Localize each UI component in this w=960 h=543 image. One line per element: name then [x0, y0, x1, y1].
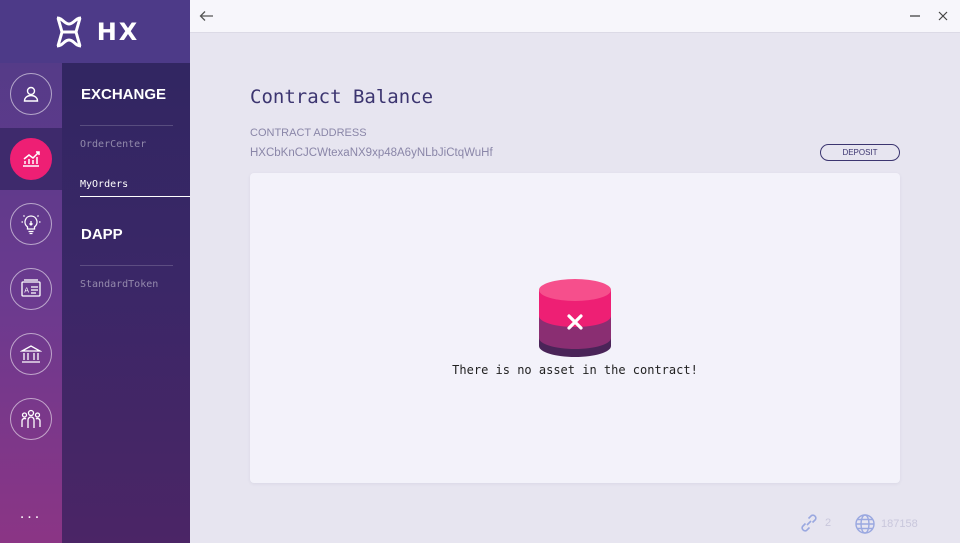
rail-item-identity[interactable]: A [0, 258, 62, 320]
page-title: Contract Balance [250, 86, 434, 108]
close-icon[interactable] [936, 9, 950, 23]
id-card-icon: A [10, 268, 52, 310]
rail-item-ideas[interactable] [0, 193, 62, 255]
link-icon [801, 514, 817, 532]
empty-database-icon [537, 276, 613, 360]
app-logo-text: HX [96, 17, 140, 46]
title-bar [190, 0, 960, 33]
connection-count: 2 [825, 517, 832, 529]
icon-rail: A ... [0, 0, 62, 543]
submenu-item-order-center[interactable]: OrderCenter [80, 139, 146, 150]
deposit-button[interactable]: DEPOSIT [820, 144, 900, 161]
submenu-panel: EXCHANGE OrderCenter MyOrders DAPP Stand… [62, 0, 190, 543]
connection-status: 2 [798, 513, 831, 533]
asset-list-panel: There is no asset in the contract! [250, 173, 900, 483]
contract-address-label: CONTRACT ADDRESS [250, 127, 367, 139]
lightbulb-icon [10, 203, 52, 245]
active-item-underline [80, 196, 190, 197]
empty-state-message: There is no asset in the contract! [452, 363, 698, 377]
submenu-heading-dapp: DAPP [81, 226, 123, 243]
user-icon [10, 73, 52, 115]
community-icon [10, 398, 52, 440]
minimize-icon[interactable] [908, 9, 922, 23]
network-status: 187158 [854, 513, 918, 535]
submenu-divider [80, 125, 173, 126]
submenu-item-standard-token[interactable]: StandardToken [80, 279, 158, 290]
main-content: Contract Balance CONTRACT ADDRESS HXCbKn… [190, 0, 960, 543]
app-logo: HX [0, 0, 190, 63]
bank-icon [10, 333, 52, 375]
rail-item-exchange[interactable] [0, 128, 62, 190]
more-menu-button[interactable]: ... [0, 505, 62, 523]
submenu-item-my-orders[interactable]: MyOrders [80, 179, 128, 190]
submenu-heading-exchange: EXCHANGE [81, 86, 167, 103]
back-arrow-icon[interactable] [198, 7, 216, 25]
submenu-divider [80, 265, 173, 266]
rail-item-community[interactable] [0, 388, 62, 450]
exchange-chart-icon [10, 138, 52, 180]
rail-item-bank[interactable] [0, 323, 62, 385]
contract-address-value: HXCbKnCJCWtexaNX9xp48A6yNLbJiCtqWuHf [250, 147, 493, 159]
block-height: 187158 [881, 518, 918, 530]
hx-logo-icon [56, 16, 82, 47]
svg-text:A: A [24, 287, 29, 295]
globe-icon [855, 514, 875, 534]
rail-item-account[interactable] [0, 63, 62, 125]
